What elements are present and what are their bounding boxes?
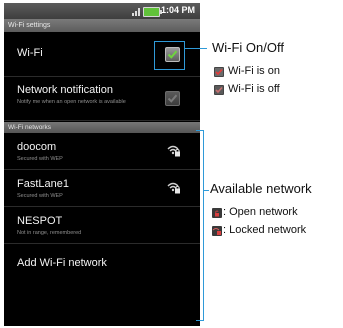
network-status: Secured with WEP — [17, 193, 63, 199]
network-status: Secured with WEP — [17, 156, 63, 162]
network-name: NESPOT — [17, 215, 63, 227]
battery-icon — [143, 7, 162, 17]
network-notification-label: Network notification — [17, 84, 113, 96]
wifi-on-swatch — [214, 67, 224, 77]
checkmark-icon — [215, 68, 223, 76]
network-notification-checkbox[interactable] — [165, 91, 180, 106]
checkmark-icon — [215, 86, 223, 94]
status-time: 1:04 PM — [160, 5, 195, 15]
bracket-pointer — [203, 190, 209, 191]
status-bar: 1:04 PM — [4, 3, 200, 19]
open-network-text: : Open network — [223, 206, 298, 218]
wifi-locked-icon — [167, 145, 180, 157]
network-item[interactable]: NESPOT Not in range, remembered — [4, 207, 200, 244]
wifi-networks-header: Wi-Fi networks — [4, 122, 200, 133]
network-notification-row[interactable]: Network notification Notify me when an o… — [4, 77, 200, 121]
signal-icon — [132, 8, 140, 16]
bracket-vertical — [203, 130, 204, 320]
wifi-toggle-annotation-title: Wi-Fi On/Off — [212, 40, 284, 55]
network-notification-description: Notify me when an open network is availa… — [17, 99, 126, 105]
page-title: Wi-Fi settings — [4, 19, 200, 32]
network-item[interactable]: FastLane1 Secured with WEP — [4, 170, 200, 207]
wifi-off-swatch — [214, 85, 224, 95]
network-status: Not in range, remembered — [17, 230, 82, 236]
wifi-on-text: Wi-Fi is on — [228, 65, 280, 77]
wifi-locked-icon — [167, 182, 180, 194]
network-item[interactable]: doocom Secured with WEP — [4, 133, 200, 170]
wifi-label: Wi-Fi — [17, 47, 43, 59]
locked-network-text: : Locked network — [223, 224, 307, 236]
wifi-toggle-callout-box — [154, 41, 185, 70]
open-network-icon — [212, 208, 222, 218]
available-network-annotation-title: Available network — [210, 181, 312, 196]
wifi-off-text: Wi-Fi is off — [228, 83, 280, 95]
network-name: doocom — [17, 141, 57, 153]
network-name: FastLane1 — [17, 178, 69, 190]
locked-network-icon — [212, 226, 222, 236]
add-wifi-network-label: Add Wi-Fi network — [17, 257, 107, 269]
callout-line — [185, 48, 207, 49]
add-wifi-network-button[interactable]: Add Wi-Fi network — [4, 244, 200, 283]
bracket-bottom — [196, 320, 204, 321]
checkmark-icon — [167, 94, 178, 103]
